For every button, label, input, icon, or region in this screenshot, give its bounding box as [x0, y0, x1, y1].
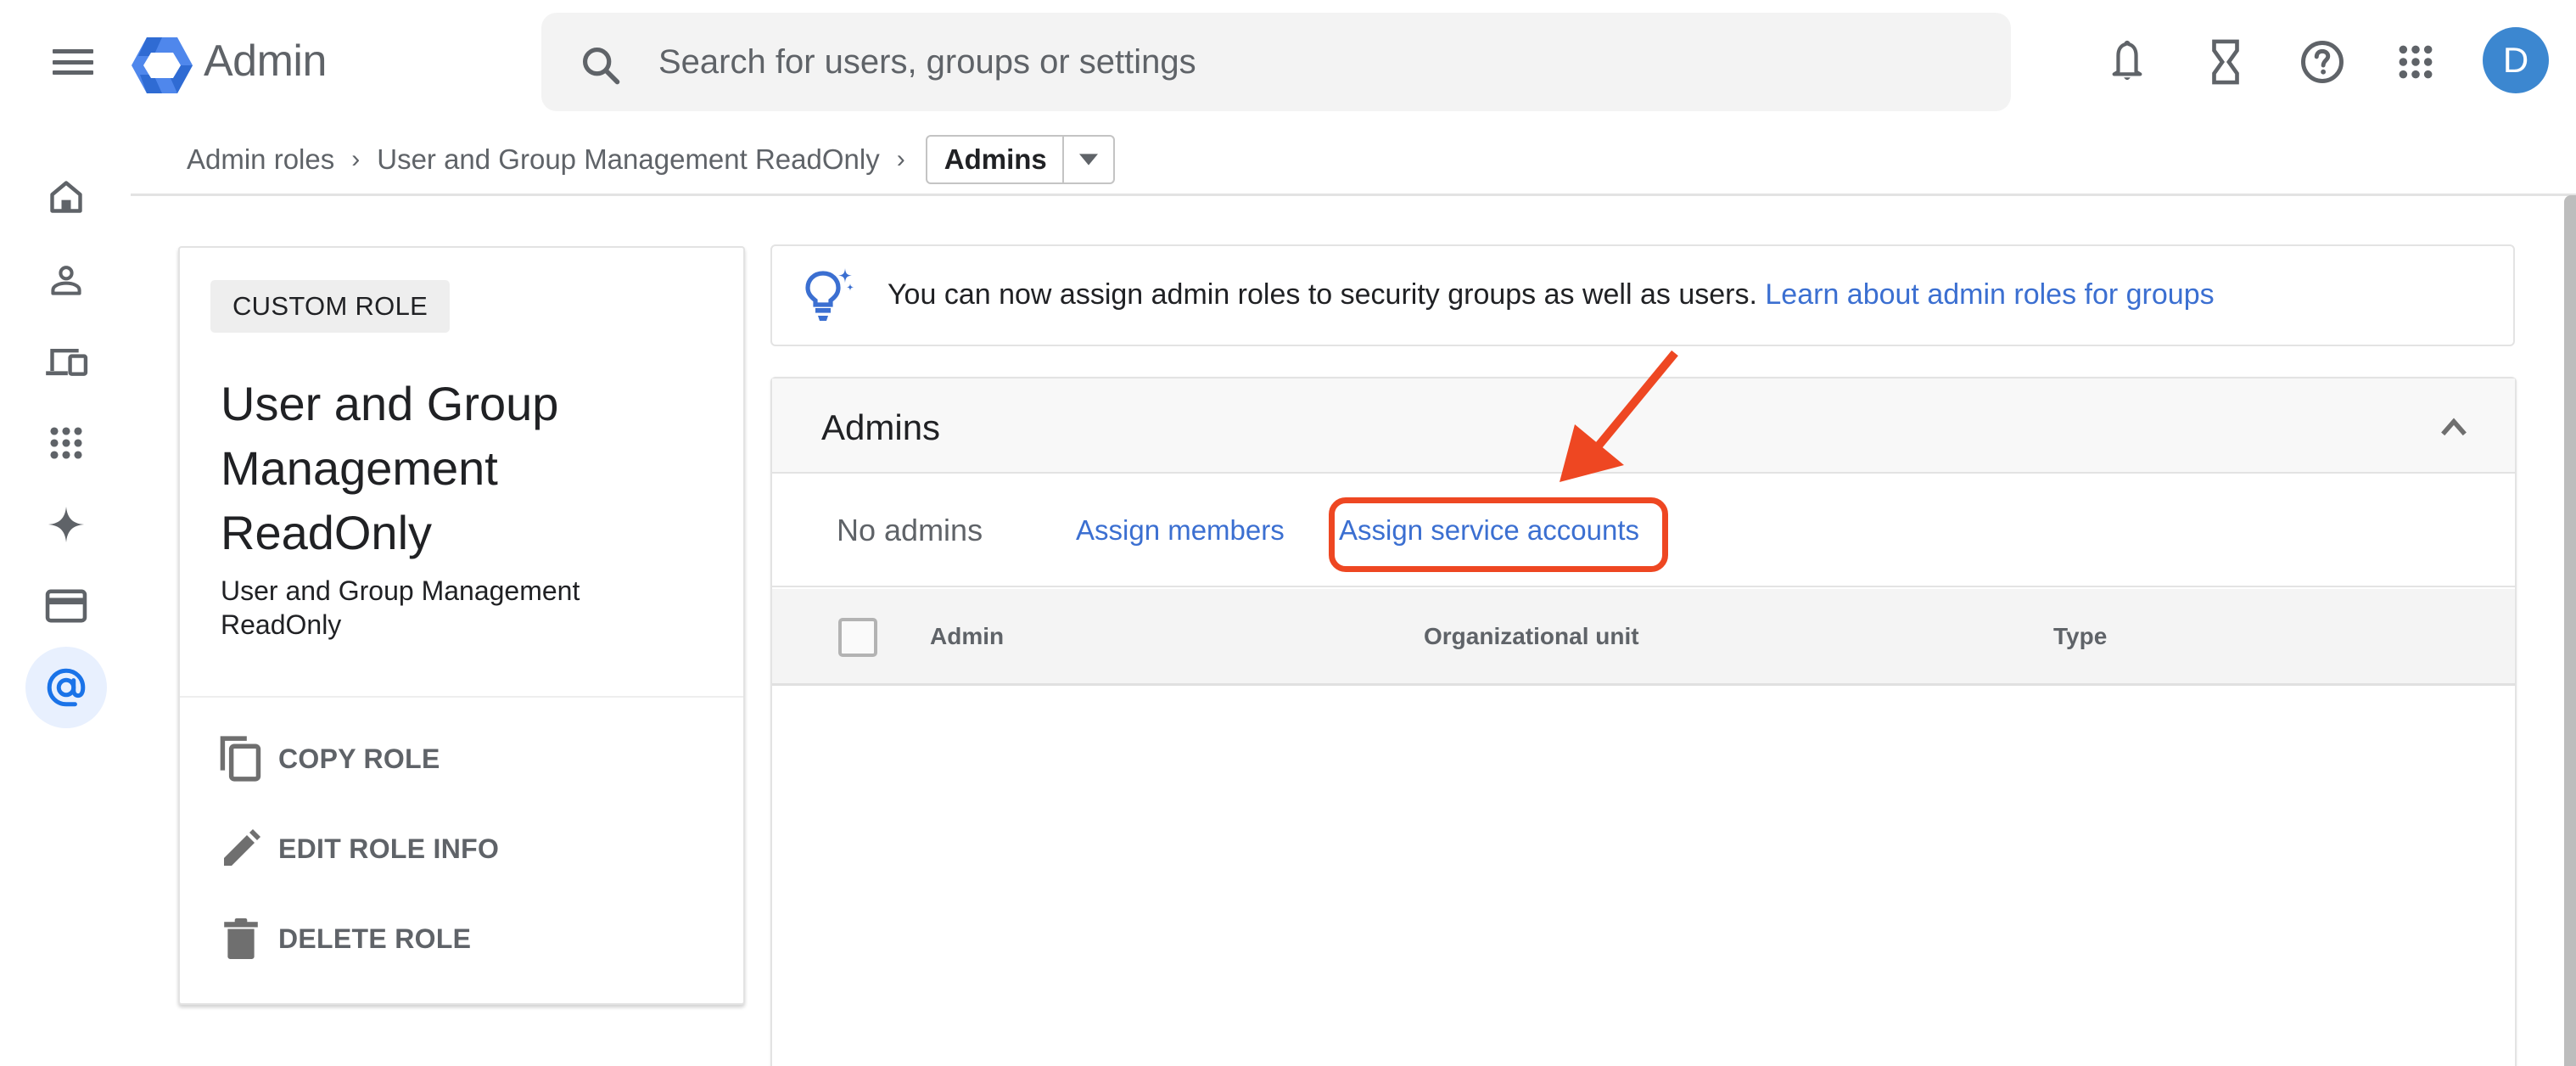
trash-icon — [219, 915, 263, 962]
chevron-right-icon: › — [351, 145, 361, 173]
notifications-button[interactable] — [2099, 34, 2155, 90]
breadcrumb-role-name[interactable]: User and Group Management ReadOnly — [377, 143, 880, 176]
apps-grid-icon — [2399, 45, 2433, 79]
breadcrumb-admin-roles[interactable]: Admin roles — [187, 143, 334, 176]
rail-item-apps[interactable] — [25, 402, 107, 484]
google-admin-logo-icon[interactable] — [132, 37, 193, 93]
copy-role-label: COPY ROLE — [278, 743, 440, 774]
help-circle-icon — [2301, 41, 2344, 83]
role-card-divider — [180, 696, 743, 698]
search-icon[interactable] — [579, 43, 623, 87]
lightbulb-sparkle-icon — [805, 268, 854, 321]
role-type-chip: CUSTOM ROLE — [210, 280, 451, 333]
column-header-organizational-unit[interactable]: Organizational unit — [1424, 623, 1639, 650]
caret-down-icon — [1078, 154, 1098, 166]
search-input[interactable] — [658, 36, 1931, 87]
admins-table-header: Admin Organizational unit Type — [772, 589, 2515, 686]
breadcrumb-divider — [131, 194, 2576, 196]
column-header-admin[interactable]: Admin — [930, 623, 1004, 650]
edit-role-info-label: EDIT ROLE INFO — [278, 833, 500, 864]
page-scrollbar[interactable] — [2564, 195, 2576, 1066]
tasks-button[interactable] — [2198, 34, 2254, 90]
help-button[interactable] — [2294, 34, 2350, 90]
assign-service-accounts-link[interactable]: Assign service accounts — [1339, 514, 1639, 547]
breadcrumb: Admin roles › User and Group Management … — [187, 135, 1115, 184]
role-title: User and Group Management ReadOnly — [221, 377, 559, 559]
info-banner-message: You can now assign admin roles to securi… — [888, 278, 1757, 311]
hourglass-icon — [2212, 39, 2239, 85]
apps-button[interactable] — [2388, 34, 2444, 90]
search-bar[interactable] — [541, 13, 2011, 111]
column-header-type[interactable]: Type — [2053, 623, 2107, 650]
home-icon — [50, 181, 82, 213]
copy-role-button[interactable]: COPY ROLE — [219, 733, 440, 784]
hamburger-menu-icon-line — [53, 70, 93, 75]
role-description: User and Group Management ReadOnly — [221, 575, 580, 640]
app-title[interactable]: Admin — [204, 36, 327, 87]
credit-card-icon — [45, 589, 87, 623]
role-info-card: CUSTOM ROLE User and Group Management Re… — [178, 246, 745, 1005]
person-icon — [51, 266, 81, 295]
at-sign-icon — [47, 668, 86, 707]
account-avatar[interactable]: D — [2483, 27, 2549, 93]
devices-icon — [46, 348, 88, 376]
section-select-toggle[interactable] — [1061, 137, 1113, 182]
bell-icon — [2112, 40, 2142, 81]
chevron-up-icon[interactable] — [2435, 409, 2472, 446]
section-select-value: Admins — [944, 143, 1047, 175]
admins-panel-title: Admins — [821, 407, 941, 447]
admins-panel-header[interactable]: Admins — [772, 379, 2515, 474]
sparkle-icon — [48, 506, 85, 543]
assign-members-link[interactable]: Assign members — [1076, 514, 1285, 547]
apps-grid-icon — [50, 427, 82, 459]
rail-item-home[interactable] — [25, 156, 107, 238]
admins-action-row: No admins Assign members Assign service … — [772, 475, 2515, 587]
rail-item-account[interactable] — [25, 647, 107, 728]
info-banner-text: You can now assign admin roles to securi… — [888, 278, 2215, 311]
delete-role-label: DELETE ROLE — [278, 923, 472, 954]
chevron-right-icon: › — [896, 145, 905, 173]
edit-role-info-button[interactable]: EDIT ROLE INFO — [219, 823, 499, 874]
hamburger-menu-icon — [53, 49, 93, 53]
select-all-checkbox[interactable] — [838, 618, 877, 657]
hamburger-menu-icon-line — [53, 59, 93, 65]
main-menu-button[interactable] — [51, 42, 95, 81]
admins-status: No admins — [837, 513, 983, 547]
info-banner: You can now assign admin roles to securi… — [770, 244, 2515, 346]
delete-role-button[interactable]: DELETE ROLE — [219, 913, 471, 964]
rail-item-directory[interactable] — [25, 239, 107, 321]
rail-item-devices[interactable] — [25, 321, 107, 402]
avatar-initial: D — [2502, 40, 2529, 80]
admins-panel: Admins No admins Assign members Assign s… — [770, 377, 2517, 1066]
pencil-icon — [219, 825, 263, 872]
copy-icon — [219, 735, 263, 783]
section-select[interactable]: Admins — [925, 135, 1115, 184]
rail-item-generative-ai[interactable] — [25, 484, 107, 565]
rail-item-billing[interactable] — [25, 565, 107, 647]
top-bar: Admin D — [0, 0, 2576, 127]
learn-admin-roles-groups-link[interactable]: Learn about admin roles for groups — [1765, 278, 2214, 311]
